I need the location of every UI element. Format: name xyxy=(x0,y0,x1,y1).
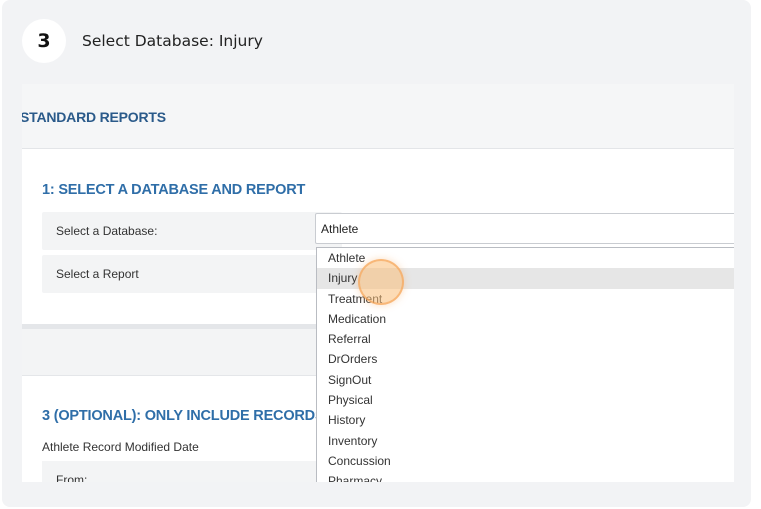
dropdown-option-concussion[interactable]: Concussion xyxy=(317,451,734,471)
from-label: From: xyxy=(56,473,88,482)
tutorial-step-card: 3 Select Database: Injury STANDARD REPOR… xyxy=(2,0,751,507)
dropdown-option-signout[interactable]: SignOut xyxy=(317,370,734,390)
reports-header: STANDARD REPORTS xyxy=(22,84,734,149)
dropdown-option-inventory[interactable]: Inventory xyxy=(317,431,734,451)
database-label: Select a Database: xyxy=(56,224,158,238)
page-title: STANDARD REPORTS xyxy=(22,109,166,125)
step-title: Select Database: Injury xyxy=(82,32,263,50)
section3-heading: 3 (OPTIONAL): ONLY INCLUDE RECORDS xyxy=(42,408,325,424)
dropdown-option-drorders[interactable]: DrOrders xyxy=(317,349,734,369)
dropdown-option-medication[interactable]: Medication xyxy=(317,309,734,329)
click-indicator xyxy=(358,259,404,305)
step-number-badge: 3 xyxy=(22,19,66,63)
database-row: Select a Database: xyxy=(42,212,342,250)
from-row: From: xyxy=(42,461,342,482)
dropdown-option-history[interactable]: History xyxy=(317,410,734,430)
section1-heading: 1: SELECT A DATABASE AND REPORT xyxy=(42,182,306,198)
modified-date-label: Athlete Record Modified Date xyxy=(42,440,199,454)
report-row: Select a Report xyxy=(42,255,342,293)
report-label: Select a Report xyxy=(56,267,139,281)
database-select[interactable]: Athlete xyxy=(315,213,734,244)
dropdown-option-referral[interactable]: Referral xyxy=(317,329,734,349)
database-select-value: Athlete xyxy=(321,222,359,236)
screenshot-frame: STANDARD REPORTS 1: SELECT A DATABASE AN… xyxy=(22,84,734,482)
dropdown-option-physical[interactable]: Physical xyxy=(317,390,734,410)
dropdown-option-pharmacy[interactable]: Pharmacy xyxy=(317,471,734,482)
